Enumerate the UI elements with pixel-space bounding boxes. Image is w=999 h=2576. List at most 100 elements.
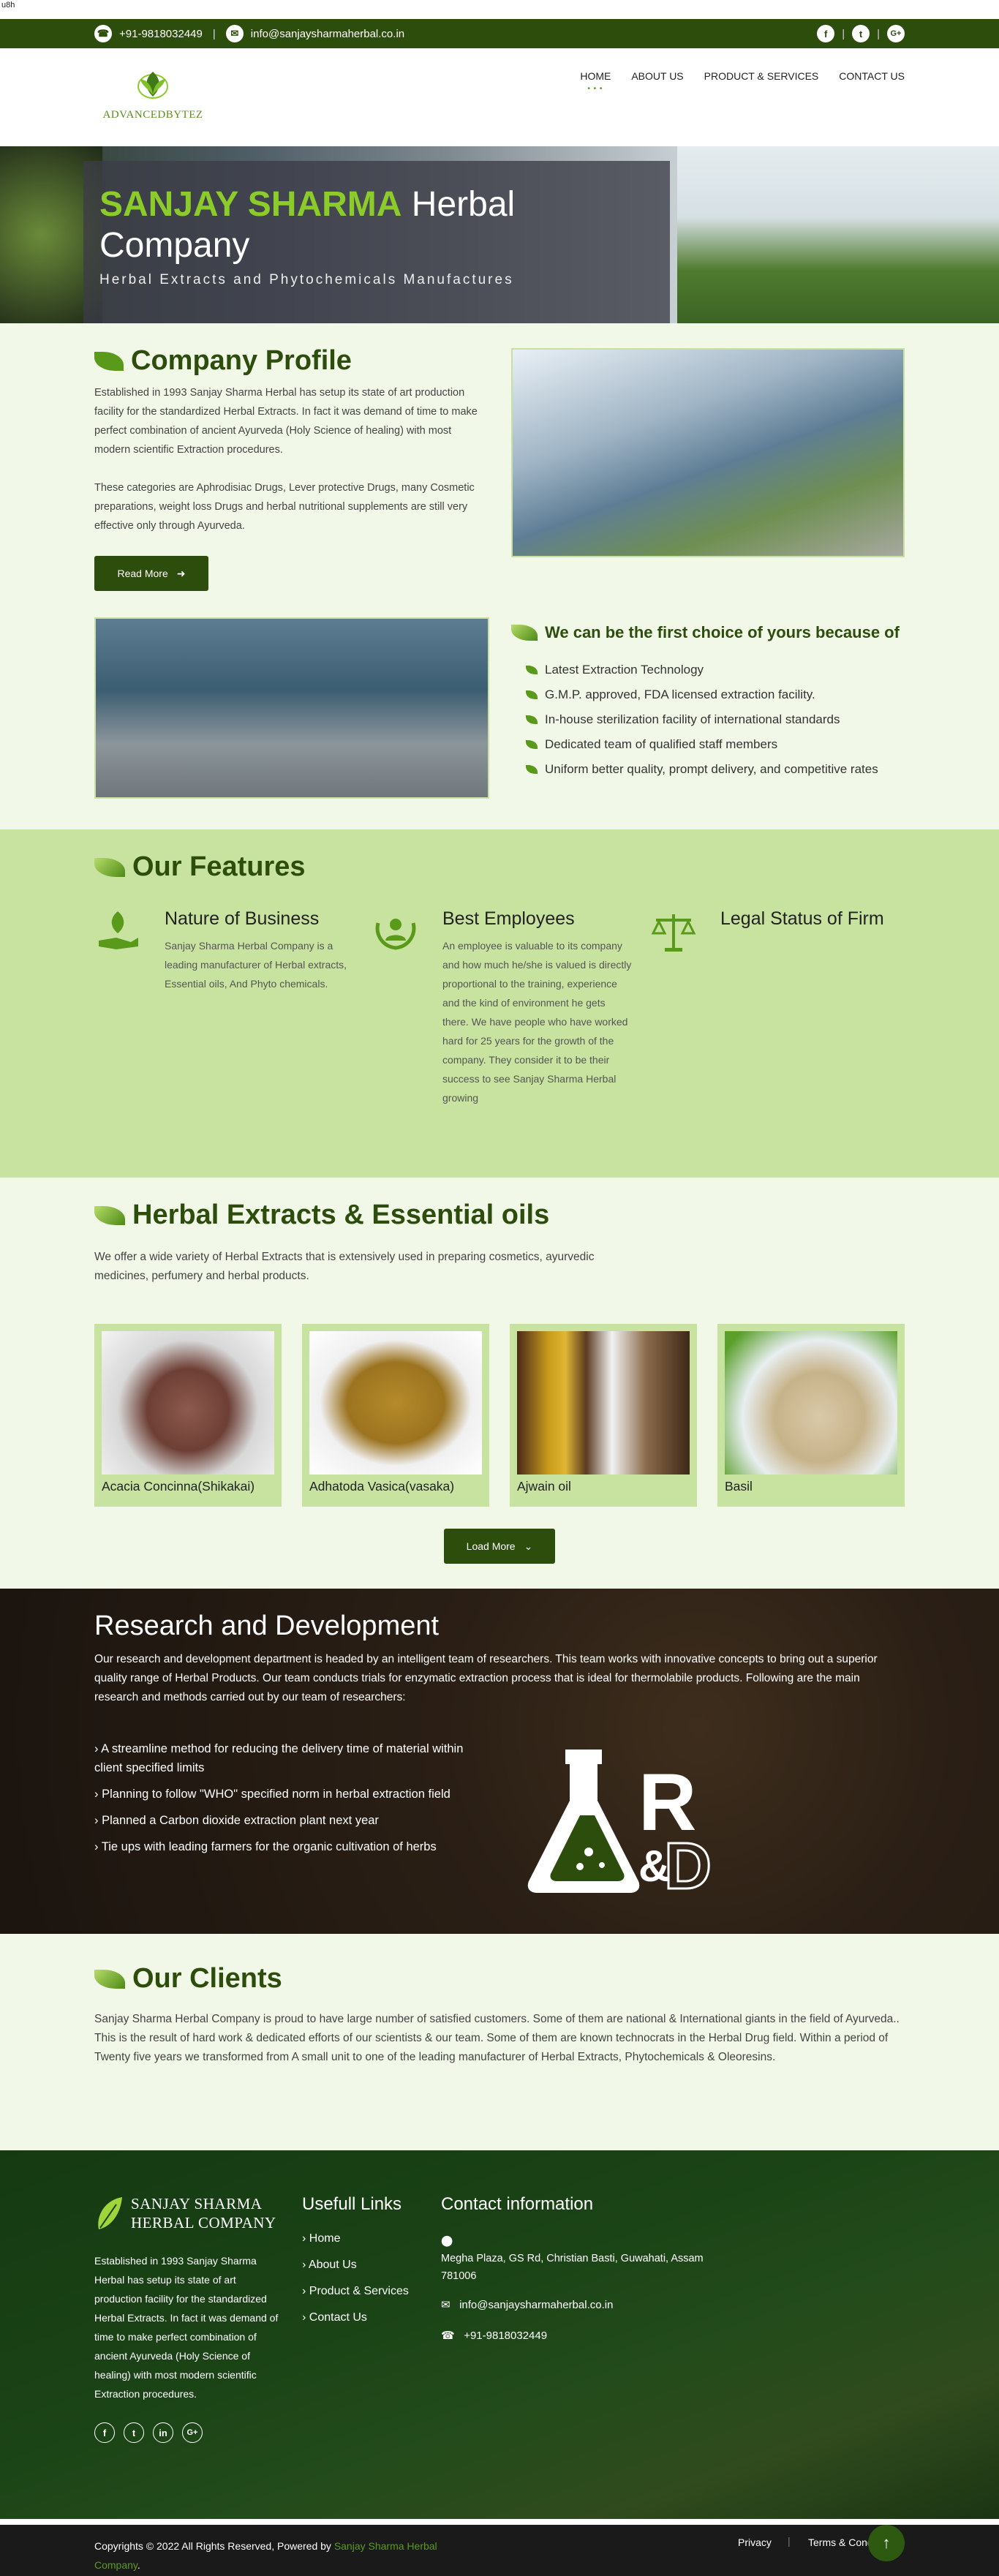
footer-link-home[interactable]: › Home <box>302 2232 419 2245</box>
clients-heading: Our Clients <box>94 1963 282 1995</box>
products-heading: Herbal Extracts & Essential oils <box>94 1200 549 1231</box>
footer-about-text: Established in 1993 Sanjay Sharma Herbal… <box>94 2255 279 2400</box>
product-image <box>102 1331 274 1475</box>
footer-link-contact[interactable]: › Contact Us <box>302 2311 419 2324</box>
footer-brand-line1: SANJAY SHARMA <box>131 2195 263 2212</box>
factory-building-image <box>511 348 905 557</box>
top-bar: ☎ +91-9818032449 | ✉ info@sanjaysharmahe… <box>0 19 999 48</box>
hero-title-white: Herbal <box>411 185 516 224</box>
topbar-email-link[interactable]: info@sanjaysharmaherbal.co.in <box>251 28 404 40</box>
footer-contact-column: Contact information ⬤ Megha Plaza, GS Rd… <box>441 2194 719 2342</box>
scroll-to-top-button[interactable]: ↑ <box>868 2525 905 2561</box>
arrow-up-icon: ↑ <box>882 2534 891 2552</box>
copyright-prefix: Copyrights © 2022 All Rights Reserved, P… <box>94 2540 331 2552</box>
clients-title: Our Clients <box>132 1963 282 1994</box>
hero-title: SANJAY SHARMA Herbal Company <box>99 184 654 266</box>
nav-product-services[interactable]: PRODUCT & SERVICES <box>704 70 819 85</box>
divider: | <box>877 27 880 40</box>
rd-logo-amp: & <box>638 1842 670 1891</box>
clients-section: Our Clients Sanjay Sharma Herbal Company… <box>0 1934 999 2150</box>
product-label: Adhatoda Vasica(vasaka) <box>309 1479 455 1494</box>
facebook-icon[interactable]: f <box>94 2422 115 2443</box>
products-intro: We offer a wide variety of Herbal Extrac… <box>94 1251 595 1282</box>
footer-email-text: info@sanjaysharmaherbal.co.in <box>459 2299 614 2311</box>
product-card[interactable]: Ajwain oil <box>510 1324 697 1507</box>
leaf-icon <box>94 351 124 371</box>
features-heading: Our Features <box>94 851 306 883</box>
product-card[interactable]: Basil <box>717 1324 905 1507</box>
profile-para-1: Established in 1993 Sanjay Sharma Herbal… <box>94 387 478 456</box>
research-section: Research and Development Our research an… <box>0 1589 999 1934</box>
privacy-link[interactable]: Privacy <box>738 2537 772 2548</box>
topbar-phone-link[interactable]: +91-9818032449 <box>119 28 203 40</box>
logo[interactable]: ADVANCEDBYTEZ <box>94 48 211 146</box>
twitter-icon[interactable]: t <box>852 25 870 42</box>
footer-link-label: Contact Us <box>309 2311 367 2324</box>
social-links: f | t | G+ <box>817 25 905 42</box>
choice-item: Dedicated team of qualified staff member… <box>526 737 878 752</box>
site-header: ADVANCEDBYTEZ HOME ABOUT US PRODUCT & SE… <box>0 48 999 146</box>
product-card[interactable]: Acacia Concinna(Shikakai) <box>94 1324 282 1507</box>
choice-item-text: In-house sterilization facility of inter… <box>545 712 840 726</box>
footer-link-label: Product & Services <box>309 2285 409 2297</box>
footer-logo[interactable]: SANJAY SHARMA HERBAL COMPANY <box>94 2194 284 2232</box>
footer-contact-title: Contact information <box>441 2194 594 2214</box>
research-item-text: Planned a Carbon dioxide extraction plan… <box>102 1814 379 1827</box>
nav-about-us[interactable]: ABOUT US <box>631 70 683 85</box>
plant-hand-icon <box>99 911 138 949</box>
linkedin-icon[interactable]: in <box>153 2422 173 2443</box>
product-image <box>309 1331 482 1475</box>
footer-link-products[interactable]: › Product & Services <box>302 2285 419 2298</box>
footer-link-label: About Us <box>308 2259 357 2271</box>
divider: | <box>842 27 845 40</box>
google-plus-icon[interactable]: G+ <box>887 25 905 42</box>
hero-factory-image <box>677 146 999 323</box>
profile-title: Company Profile <box>131 345 352 376</box>
choice-item-text: G.M.P. approved, FDA licensed extraction… <box>545 688 815 701</box>
footer-leaf-icon <box>98 2197 122 2229</box>
rd-logo-d: D <box>664 1830 712 1903</box>
footer-links-title: Usefull Links <box>302 2194 402 2214</box>
features-section: Our Features Nature of Business Sanjay S… <box>0 829 999 1178</box>
research-text: Our research and development department … <box>94 1653 878 1703</box>
feature-title: Best Employees <box>442 908 575 929</box>
choice-item-text: Latest Extraction Technology <box>545 663 704 677</box>
leaf-icon <box>94 1969 125 1989</box>
footer-email[interactable]: ✉ info@sanjaysharmaherbal.co.in <box>441 2298 719 2311</box>
footer-address: ⬤ Megha Plaza, GS Rd, Christian Basti, G… <box>441 2232 719 2285</box>
read-more-label: Read More <box>117 568 168 579</box>
choice-item-text: Dedicated team of qualified staff member… <box>545 737 778 751</box>
research-item-text: Tie ups with leading farmers for the org… <box>101 1840 437 1853</box>
read-more-button[interactable]: Read More ➜ <box>94 556 208 591</box>
load-more-button[interactable]: Load More ⌄ <box>444 1529 555 1564</box>
phone-icon: ☎ <box>441 2330 455 2342</box>
footer-phone[interactable]: ☎ +91-9818032449 <box>441 2329 719 2342</box>
scales-icon <box>651 914 696 952</box>
google-plus-icon[interactable]: G+ <box>182 2422 203 2443</box>
nav-home[interactable]: HOME <box>580 70 611 93</box>
twitter-icon[interactable]: t <box>124 2422 144 2443</box>
leaf-bullet-icon <box>526 740 538 749</box>
features-title: Our Features <box>132 851 306 882</box>
choice-list: Latest Extraction Technology G.M.P. appr… <box>526 663 878 787</box>
product-image <box>725 1331 897 1475</box>
profile-heading: Company Profile <box>94 345 352 377</box>
hero-caption: SANJAY SHARMA Herbal Company Herbal Extr… <box>83 161 670 323</box>
logo-leaf-icon <box>137 72 168 99</box>
research-item-text: A streamline method for reducing the del… <box>94 1742 464 1774</box>
products-section: Herbal Extracts & Essential oils We offe… <box>0 1178 999 1589</box>
load-more-label: Load More <box>466 1540 516 1552</box>
feature-title: Legal Status of Firm <box>720 908 884 929</box>
product-card[interactable]: Adhatoda Vasica(vasaka) <box>302 1324 489 1507</box>
footer-social: f t in G+ <box>94 2422 284 2443</box>
nav-contact-us[interactable]: CONTACT US <box>839 70 905 85</box>
logo-text: ADVANCEDBYTEZ <box>102 109 203 121</box>
divider: | <box>212 27 216 40</box>
facebook-icon[interactable]: f <box>817 25 835 42</box>
clients-text: Sanjay Sharma Herbal Company is proud to… <box>94 2013 900 2063</box>
employee-wreath-icon <box>375 919 416 950</box>
product-label: Basil <box>725 1479 753 1494</box>
company-profile-section: Company Profile Established in 1993 Sanj… <box>0 323 999 829</box>
footer-link-about[interactable]: › About Us <box>302 2259 419 2272</box>
products-title: Herbal Extracts & Essential oils <box>132 1200 550 1230</box>
